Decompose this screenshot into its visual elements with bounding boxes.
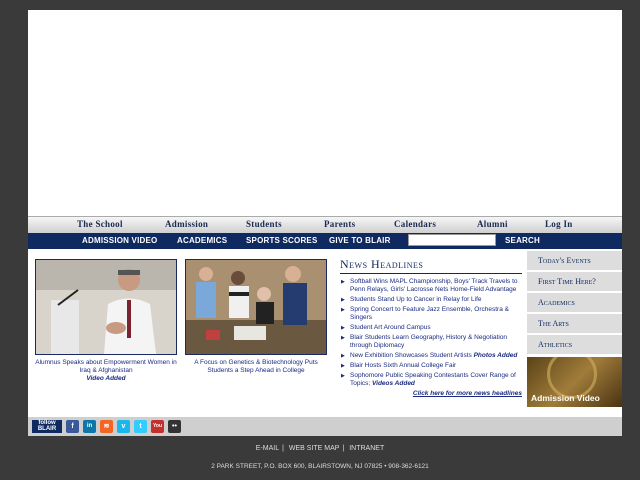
- news-item[interactable]: Student Art Around Campus: [340, 324, 522, 332]
- subnav-sports-scores[interactable]: SPORTS SCORES: [246, 236, 318, 245]
- vimeo-icon[interactable]: v: [117, 420, 130, 433]
- news-item[interactable]: Spring Concert to Feature Jazz Ensemble,…: [340, 306, 522, 322]
- side-menu: Today's Events First Time Here? Academic…: [527, 251, 622, 407]
- footer-intranet-link[interactable]: INTRANET: [349, 445, 384, 452]
- rss-icon[interactable]: ≋: [100, 420, 113, 433]
- footer-site-map-link[interactable]: WEB SITE MAP: [289, 445, 340, 452]
- news-headlines: News Headlines Softball Wins MAPL Champi…: [340, 257, 522, 397]
- side-academics[interactable]: Academics: [527, 293, 622, 314]
- nav-log-in[interactable]: Log In: [545, 219, 573, 229]
- follow-blair-badge: follow BLAIR: [32, 420, 62, 433]
- side-athletics[interactable]: Athletics: [527, 335, 622, 356]
- story-caption[interactable]: A Focus on Genetics & Biotechnology Puts…: [185, 359, 327, 375]
- featured-story[interactable]: A Focus on Genetics & Biotechnology Puts…: [185, 259, 327, 375]
- nav-parents[interactable]: Parents: [324, 219, 355, 229]
- flickr-icon[interactable]: ••: [168, 420, 181, 433]
- news-item[interactable]: New Exhibition Showcases Student Artists…: [340, 352, 522, 360]
- nav-alumni[interactable]: Alumni: [477, 219, 508, 229]
- subnav-admission-video[interactable]: ADMISSION VIDEO: [82, 236, 157, 245]
- story-caption[interactable]: Alumnus Speaks about Empowerment Women i…: [35, 359, 177, 383]
- search-button[interactable]: SEARCH: [505, 236, 540, 245]
- main-nav: The School Admission Students Parents Ca…: [28, 216, 622, 234]
- story-photo[interactable]: [185, 259, 327, 355]
- subnav-academics[interactable]: ACADEMICS: [177, 236, 227, 245]
- news-item[interactable]: Students Stand Up to Cancer in Relay for…: [340, 296, 522, 304]
- nav-admission[interactable]: Admission: [165, 219, 208, 229]
- side-first-time-here[interactable]: First Time Here?: [527, 272, 622, 293]
- footer-address: 2 PARK STREET, P.O. BOX 600, BLAIRSTOWN,…: [211, 463, 429, 470]
- side-the-arts[interactable]: The Arts: [527, 314, 622, 335]
- side-todays-events[interactable]: Today's Events: [527, 251, 622, 272]
- news-item[interactable]: Blair Students Learn Geography, History …: [340, 334, 522, 350]
- twitter-icon[interactable]: t: [134, 420, 147, 433]
- subnav-give-to-blair[interactable]: GIVE TO BLAIR: [329, 236, 391, 245]
- youtube-icon[interactable]: You: [151, 420, 164, 433]
- hero-banner: [28, 10, 622, 216]
- search-input[interactable]: [408, 234, 496, 246]
- story-photo[interactable]: [35, 259, 177, 355]
- news-title: News Headlines: [340, 257, 522, 274]
- social-bar: follow BLAIR f in ≋ v t You ••: [28, 417, 622, 436]
- featured-story[interactable]: Alumnus Speaks about Empowerment Women i…: [35, 259, 177, 383]
- nav-the-school[interactable]: The School: [77, 219, 123, 229]
- page-container: The School Admission Students Parents Ca…: [28, 10, 622, 436]
- follow-blair-label: BLAIR: [37, 426, 57, 432]
- facebook-icon[interactable]: f: [66, 420, 79, 433]
- main-content: Alumnus Speaks about Empowerment Women i…: [28, 249, 622, 417]
- admission-video-button[interactable]: Admission Video: [527, 357, 622, 407]
- news-item[interactable]: Sophomore Public Speaking Contestants Co…: [340, 372, 522, 388]
- footer-links: E-MAIL | WEB SITE MAP | INTRANET: [255, 445, 385, 452]
- nav-calendars[interactable]: Calendars: [394, 219, 436, 229]
- more-news-link[interactable]: Click here for more news headlines: [340, 390, 522, 397]
- sub-nav: ADMISSION VIDEO ACADEMICS SPORTS SCORES …: [28, 233, 622, 249]
- nav-students[interactable]: Students: [246, 219, 282, 229]
- news-item[interactable]: Blair Hosts Sixth Annual College Fair: [340, 362, 522, 370]
- linkedin-icon[interactable]: in: [83, 420, 96, 433]
- admission-video-label: Admission Video: [531, 393, 600, 403]
- news-list: Softball Wins MAPL Championship, Boys' T…: [340, 278, 522, 388]
- news-item[interactable]: Softball Wins MAPL Championship, Boys' T…: [340, 278, 522, 294]
- footer-email-link[interactable]: E-MAIL: [256, 445, 279, 452]
